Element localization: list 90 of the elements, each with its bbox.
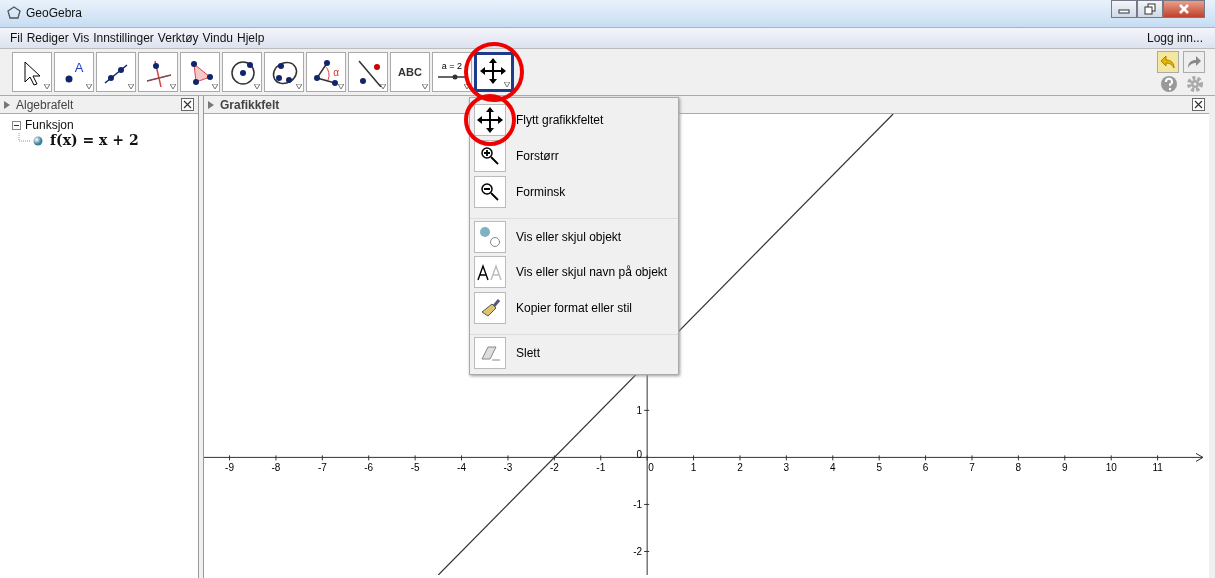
expand-triangle-icon (208, 100, 214, 109)
dropdown-triangle-icon (464, 84, 470, 91)
login-link[interactable]: Logg inn... (1146, 31, 1203, 45)
panel-close-button[interactable] (1192, 98, 1205, 111)
menu-item[interactable]: Rediger (24, 31, 71, 45)
menu-item[interactable]: Vis (70, 31, 92, 45)
angle-icon (311, 57, 341, 88)
tick-label: 7 (969, 462, 975, 474)
tool-button[interactable] (264, 52, 304, 93)
tool-button[interactable] (474, 52, 514, 93)
menu-item[interactable]: Vindu (200, 31, 236, 45)
highlight-circle (464, 94, 516, 146)
tick-label: -9 (225, 462, 234, 474)
function-formula: f(x) = x + 2 (50, 132, 139, 148)
highlight-circle (464, 42, 524, 103)
undo-icon (1160, 54, 1176, 71)
tick-label: -7 (317, 462, 327, 474)
tick-label: 1 (636, 405, 643, 417)
app-logo-icon (6, 5, 22, 22)
menu-item[interactable]: Vis eller skjul objekt (470, 218, 678, 254)
menu-item[interactable]: Verktøy (155, 31, 201, 45)
tick-label: 0 (636, 449, 643, 461)
tick-label: -2 (633, 546, 643, 558)
menu-item[interactable]: Forminsk (470, 174, 678, 210)
help-icon[interactable] (1160, 75, 1178, 94)
undo-button[interactable] (1157, 51, 1179, 74)
collapse-icon[interactable] (12, 120, 21, 130)
dropdown-triangle-icon (504, 82, 510, 89)
tick-label: -5 (410, 462, 420, 474)
close-icon (1194, 100, 1203, 109)
menu-item[interactable]: Fil (8, 31, 25, 45)
dropdown-triangle-icon (44, 84, 50, 91)
menu-item[interactable]: Flytt grafikkfeltet (470, 102, 678, 138)
tick-label: 8 (1015, 462, 1022, 474)
tick-label: -6 (364, 462, 374, 474)
close-icon (1178, 3, 1190, 15)
tick-label: 9 (1062, 462, 1068, 474)
tick-label: 2 (737, 462, 743, 474)
tool-button[interactable]: a = 2 (432, 52, 472, 93)
dropdown-triangle-icon (338, 84, 344, 91)
tool-button[interactable]: ABC (390, 52, 430, 93)
dropdown-triangle-icon (86, 84, 92, 91)
tree-label: Funksjon (25, 118, 74, 132)
tick-label: 11 (1152, 462, 1163, 474)
dropdown-triangle-icon (296, 84, 302, 91)
menu-item[interactable]: Vis eller skjul navn på objekt (470, 254, 678, 290)
dropdown-triangle-icon (254, 84, 260, 91)
dropdown-triangle-icon (380, 84, 386, 91)
menu-item[interactable]: Innstillinger (91, 31, 156, 45)
dropdown-triangle-icon (170, 84, 176, 91)
dropdown-triangle-icon (212, 84, 218, 91)
tool-button[interactable] (96, 52, 136, 93)
panel-title: Grafikkfelt (220, 97, 280, 112)
tick-label: -8 (271, 462, 281, 474)
menu-item[interactable]: Hjelp (235, 31, 267, 45)
redo-button[interactable] (1183, 51, 1205, 74)
tool-button[interactable] (222, 52, 262, 93)
expand-triangle-icon (4, 100, 10, 109)
tool-button[interactable] (138, 52, 178, 93)
tick-label: -3 (503, 462, 513, 474)
menu-item[interactable]: Kopier format eller stil (470, 290, 678, 326)
tick-label: -1 (596, 462, 606, 474)
close-button[interactable] (1163, 0, 1205, 18)
tool-button[interactable] (12, 52, 52, 93)
minimize-button[interactable] (1111, 0, 1137, 18)
menu-item[interactable]: Forstørr (470, 138, 678, 174)
tick-label: 6 (922, 462, 929, 474)
tick-label: 5 (876, 462, 882, 474)
tool-button[interactable] (348, 52, 388, 93)
close-icon (183, 100, 192, 109)
tick-label: 1 (690, 462, 697, 474)
panel-close-button[interactable] (181, 98, 194, 111)
tool-button[interactable]: A (54, 52, 94, 93)
tool-button[interactable]: α (306, 52, 346, 93)
restore-button[interactable] (1137, 0, 1163, 18)
tick-label: 3 (783, 462, 790, 474)
dropdown-triangle-icon (128, 84, 134, 91)
tick-label: 10 (1105, 462, 1117, 474)
panel-title: Algebrafelt (16, 97, 74, 112)
tick-label: -4 (457, 462, 466, 474)
point-icon (64, 75, 73, 84)
dropdown-triangle-icon (422, 84, 428, 91)
window-title: GeoGebra (26, 6, 83, 21)
tick-label: 0 (648, 462, 654, 474)
tick-label: 4 (830, 462, 836, 474)
tool-button[interactable] (180, 52, 220, 93)
tick-label: -1 (633, 499, 643, 511)
menu-item[interactable]: Slett (470, 334, 678, 370)
restore-icon (1144, 3, 1156, 15)
tick-label: -2 (549, 462, 559, 474)
